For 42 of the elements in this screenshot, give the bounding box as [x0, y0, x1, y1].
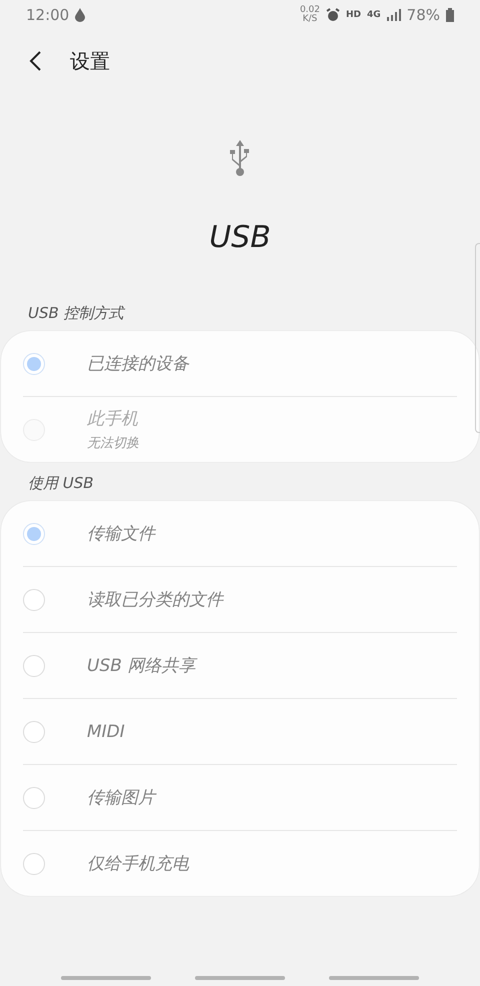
usb-icon: [229, 140, 251, 176]
speed-value: 0.02: [300, 6, 320, 15]
drop-icon: [75, 8, 86, 22]
nav-bar[interactable]: [61, 976, 151, 980]
radio-button[interactable]: [23, 352, 45, 374]
usb-title: USB: [209, 220, 271, 255]
option-label: 传输文件: [87, 523, 155, 545]
hd-label: HD: [346, 10, 361, 20]
status-time: 12:00: [26, 6, 70, 24]
option-label: 此手机: [87, 408, 139, 430]
option-label: MIDI: [87, 722, 125, 742]
battery-percent: 78%: [406, 6, 440, 24]
radio-option[interactable]: 仅给手机充电: [1, 831, 479, 896]
option-label: 读取已分类的文件: [87, 589, 223, 611]
section-header: 使用 USB: [27, 473, 95, 494]
battery-icon: [446, 8, 454, 22]
radio-button[interactable]: [23, 852, 45, 874]
network-label: 4G: [367, 10, 381, 20]
nav-bar[interactable]: [195, 976, 285, 980]
radio-option[interactable]: 传输图片: [1, 765, 479, 830]
signal-icon: [386, 9, 401, 21]
radio-option[interactable]: 读取已分类的文件: [1, 567, 479, 632]
page-title: 设置: [70, 48, 110, 74]
radio-option[interactable]: USB 网络共享: [1, 633, 479, 698]
nav-bar[interactable]: [329, 976, 419, 980]
radio-button[interactable]: [23, 522, 45, 544]
radio-option[interactable]: MIDI: [1, 699, 479, 764]
alarm-icon: [326, 8, 340, 22]
speed-unit: K/S: [302, 15, 318, 24]
option-label: 已连接的设备: [87, 353, 189, 375]
radio-button[interactable]: [23, 786, 45, 808]
radio-button[interactable]: [23, 588, 45, 610]
option-subtitle: 无法切换: [87, 435, 139, 452]
option-label: 传输图片: [87, 787, 155, 809]
radio-option[interactable]: 传输文件: [1, 501, 479, 566]
option-label: USB 网络共享: [87, 655, 196, 677]
radio-button[interactable]: [23, 720, 45, 742]
radio-button[interactable]: [23, 654, 45, 676]
section-header: USB 控制方式: [27, 303, 126, 324]
option-label: 仅给手机充电: [87, 853, 189, 875]
radio-option[interactable]: 已连接的设备: [1, 331, 479, 396]
back-icon: [28, 50, 42, 72]
